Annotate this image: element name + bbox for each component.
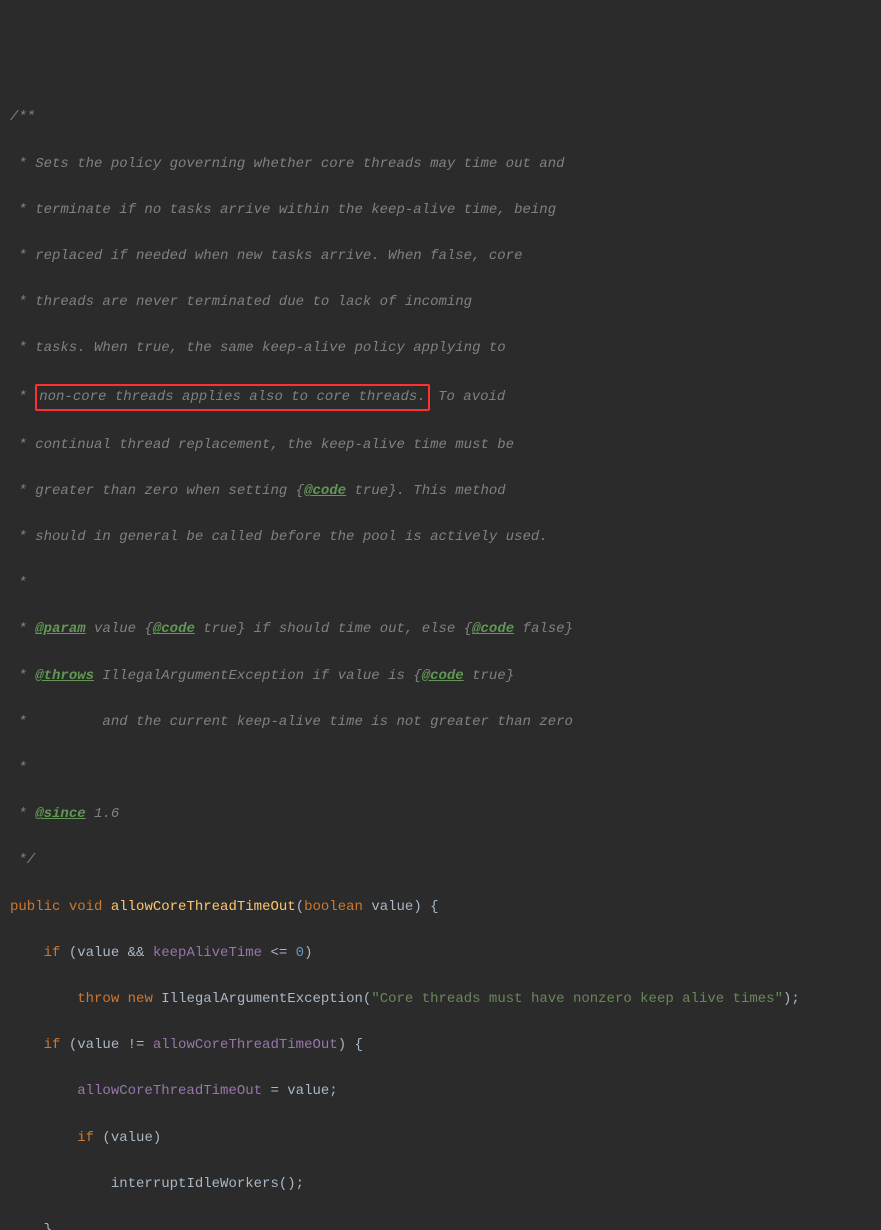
- javadoc-open: /**: [10, 106, 871, 129]
- code-tag: @code: [304, 483, 346, 499]
- throw-statement: throw new IllegalArgumentException("Core…: [10, 988, 871, 1011]
- javadoc-throws-cont: * and the current keep-alive time is not…: [10, 711, 871, 734]
- javadoc-line: * terminate if no tasks arrive within th…: [10, 199, 871, 222]
- javadoc-blank: *: [10, 572, 871, 595]
- if-statement: if (value && keepAliveTime <= 0): [10, 942, 871, 965]
- field-allow: allowCoreThreadTimeOut: [153, 1037, 338, 1053]
- javadoc-line: * tasks. When true, the same keep-alive …: [10, 337, 871, 360]
- method-name: allowCoreThreadTimeOut: [111, 899, 296, 915]
- string-literal: "Core threads must have nonzero keep ali…: [371, 991, 783, 1007]
- brace-close: }: [10, 1219, 871, 1230]
- javadoc-line: * should in general be called before the…: [10, 526, 871, 549]
- javadoc-param: * @param value {@code true} if should ti…: [10, 618, 871, 641]
- javadoc-line: * Sets the policy governing whether core…: [10, 153, 871, 176]
- javadoc-throws: * @throws IllegalArgumentException if va…: [10, 665, 871, 688]
- assignment: allowCoreThreadTimeOut = value;: [10, 1080, 871, 1103]
- since-tag: @since: [35, 806, 85, 822]
- javadoc-close: */: [10, 849, 871, 872]
- throws-tag: @throws: [35, 668, 94, 684]
- javadoc-line: * replaced if needed when new tasks arri…: [10, 245, 871, 268]
- javadoc-line: * greater than zero when setting {@code …: [10, 480, 871, 503]
- highlight-annotation: non-core threads applies also to core th…: [35, 384, 429, 411]
- if-statement: if (value): [10, 1127, 871, 1150]
- javadoc-line-highlighted: * non-core threads applies also to core …: [10, 384, 871, 411]
- field-keepalive: keepAliveTime: [153, 945, 262, 961]
- javadoc-line: * continual thread replacement, the keep…: [10, 434, 871, 457]
- param-tag: @param: [35, 621, 85, 637]
- javadoc-line: * threads are never terminated due to la…: [10, 291, 871, 314]
- method-call: interruptIdleWorkers();: [10, 1173, 871, 1196]
- code-editor: /** * Sets the policy governing whether …: [10, 106, 871, 1230]
- if-statement: if (value != allowCoreThreadTimeOut) {: [10, 1034, 871, 1057]
- javadoc-blank: *: [10, 757, 871, 780]
- javadoc-since: * @since 1.6: [10, 803, 871, 826]
- method-signature: public void allowCoreThreadTimeOut(boole…: [10, 896, 871, 919]
